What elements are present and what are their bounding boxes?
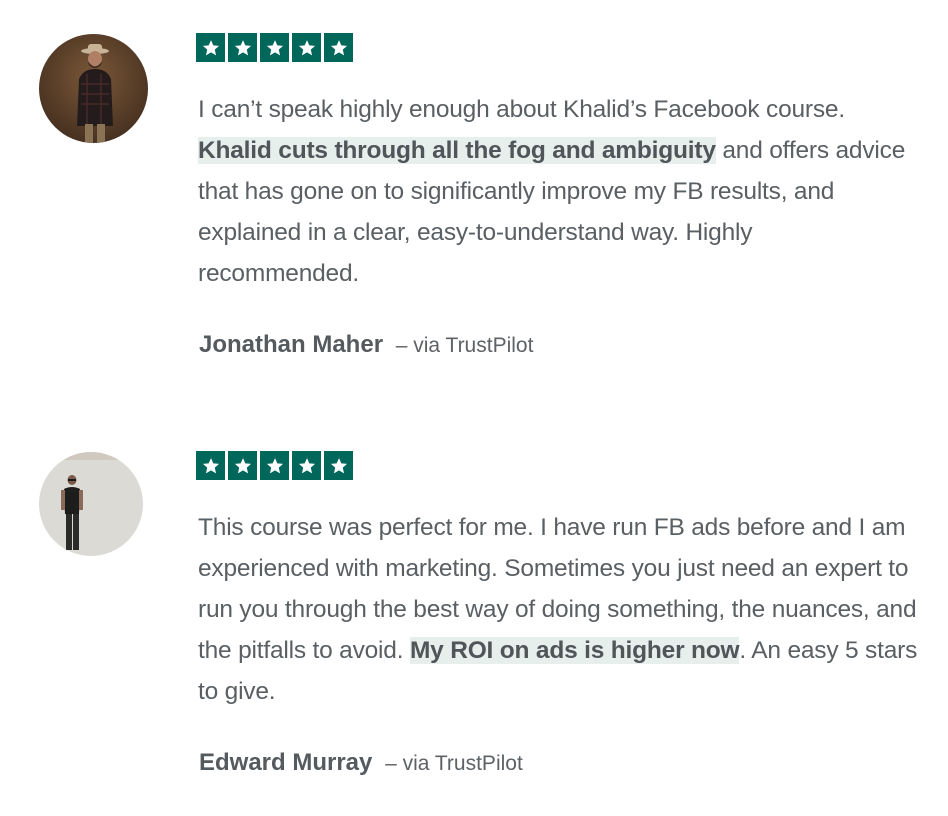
review-text: This course was perfect for me. I have r…	[198, 507, 918, 712]
star-icon	[292, 451, 321, 480]
star-icon	[260, 33, 289, 62]
star-icon	[324, 451, 353, 480]
star-icon	[196, 451, 225, 480]
man-with-hat-avatar-icon	[39, 34, 148, 143]
star-icon	[228, 33, 257, 62]
review-text-part: I can’t speak highly enough about Khalid…	[198, 96, 845, 123]
reviewer-avatar	[39, 452, 143, 556]
review-author: Jonathan Maher – via TrustPilot	[199, 328, 533, 363]
star-icon	[260, 451, 289, 480]
author-name: Jonathan Maher	[199, 331, 384, 358]
review-highlight: My ROI on ads is higher now	[409, 637, 740, 664]
review-source: – via TrustPilot	[385, 752, 523, 775]
star-icon	[196, 33, 225, 62]
man-standing-avatar-icon	[39, 452, 143, 556]
star-icon	[292, 33, 321, 62]
star-rating	[196, 33, 353, 62]
author-name: Edward Murray	[199, 749, 373, 776]
star-icon	[324, 33, 353, 62]
review-text: I can’t speak highly enough about Khalid…	[198, 89, 918, 294]
review-highlight: Khalid cuts through all the fog and ambi…	[198, 137, 716, 164]
review-author: Edward Murray – via TrustPilot	[199, 746, 523, 781]
reviewer-avatar	[39, 34, 148, 143]
star-rating	[196, 451, 353, 480]
star-icon	[228, 451, 257, 480]
review-source: – via TrustPilot	[395, 334, 534, 357]
